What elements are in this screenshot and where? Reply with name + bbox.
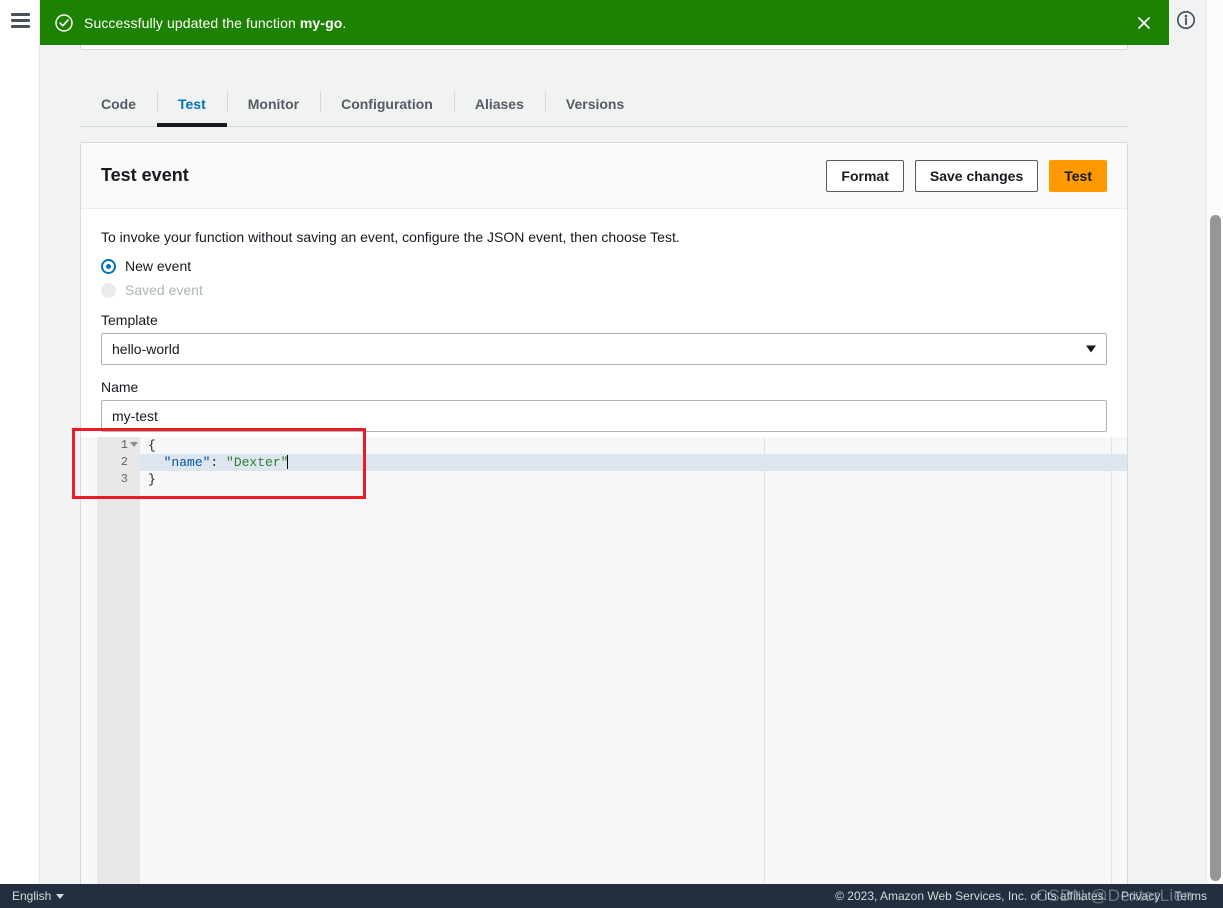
- radio-new-event-indicator[interactable]: [101, 258, 116, 274]
- chevron-down-icon: [1086, 345, 1096, 353]
- flash-function-name: my-go: [299, 14, 343, 31]
- tab-aliases[interactable]: Aliases: [453, 82, 545, 126]
- name-label: Name: [101, 379, 139, 395]
- tab-aliases-label: Aliases: [474, 96, 524, 112]
- code-line[interactable]: 1 {: [81, 437, 1127, 454]
- footer-links: © 2023, Amazon Web Services, Inc. or its…: [835, 889, 1207, 903]
- json-event-editor[interactable]: 1 { 2 "name": "Dexter" 3 }: [81, 437, 1127, 884]
- template-select[interactable]: hello-world: [101, 333, 1107, 365]
- terms-link[interactable]: Terms: [1174, 889, 1207, 903]
- tab-monitor[interactable]: Monitor: [226, 82, 320, 126]
- invoke-description: To invoke your function without saving a…: [101, 229, 680, 245]
- tab-test[interactable]: Test: [157, 82, 227, 127]
- page-scrollbar[interactable]: [1206, 0, 1223, 903]
- card-body: To invoke your function without saving a…: [81, 209, 1127, 432]
- code-line-text: }: [148, 472, 156, 487]
- chevron-down-icon: [56, 893, 65, 899]
- tab-versions[interactable]: Versions: [544, 82, 645, 126]
- radio-saved-event-label: Saved event: [125, 282, 203, 298]
- test-button[interactable]: Test: [1049, 159, 1107, 192]
- flash-message-suffix: .: [342, 14, 347, 31]
- close-icon[interactable]: [1133, 12, 1155, 34]
- template-label: Template: [101, 312, 158, 328]
- tab-code[interactable]: Code: [80, 82, 157, 126]
- tab-versions-label: Versions: [565, 96, 625, 112]
- radio-saved-event-indicator: [101, 282, 116, 298]
- language-selector[interactable]: English: [12, 889, 65, 903]
- tab-monitor-label: Monitor: [247, 96, 300, 112]
- copyright-text: © 2023, Amazon Web Services, Inc. or its…: [835, 889, 1107, 903]
- editor-code-lines: 1 { 2 "name": "Dexter" 3 }: [81, 437, 1127, 488]
- code-line-text: {: [148, 438, 156, 453]
- header-actions: Format Save changes Test: [826, 159, 1107, 192]
- card-header: Test event Format Save changes Test: [81, 143, 1127, 209]
- code-fold-arrow-icon[interactable]: [130, 442, 138, 447]
- editor-guide-line-2: [1111, 437, 1112, 884]
- tab-configuration-label: Configuration: [341, 96, 433, 112]
- success-flash-banner: Successfully updated the function my-go.: [40, 0, 1169, 45]
- radio-saved-event: Saved event: [101, 282, 1107, 298]
- tab-bar: Code Test Monitor Configuration Aliases …: [80, 82, 1128, 127]
- line-number: 2: [120, 455, 128, 469]
- line-number: 3: [120, 472, 128, 486]
- tab-test-label: Test: [178, 96, 206, 112]
- editor-guide-line-1: [764, 437, 765, 884]
- name-input-value: my-test: [112, 408, 158, 424]
- lambda-console-page: Successfully updated the function my-go.…: [0, 0, 1223, 908]
- code-line[interactable]: 3 }: [81, 471, 1127, 488]
- text-cursor: [287, 455, 289, 469]
- tab-code-label: Code: [101, 96, 136, 112]
- flash-message-prefix: Successfully updated the function: [84, 14, 300, 31]
- left-rail: [0, 0, 40, 884]
- json-key-token: "name": [163, 455, 211, 470]
- flash-message: Successfully updated the function my-go.: [84, 15, 346, 31]
- check-circle-icon: [55, 13, 73, 32]
- privacy-link[interactable]: Privacy: [1121, 889, 1160, 903]
- format-button[interactable]: Format: [826, 159, 904, 192]
- template-select-value: hello-world: [112, 341, 180, 357]
- info-circle-icon[interactable]: [1175, 9, 1197, 31]
- code-line[interactable]: 2 "name": "Dexter": [81, 454, 1127, 471]
- editor-gutter: [97, 437, 140, 884]
- page-scrollbar-thumb[interactable]: [1210, 215, 1223, 903]
- hamburger-menu-icon[interactable]: [11, 13, 30, 28]
- code-line-text: "name": "Dexter": [163, 455, 289, 470]
- tab-configuration[interactable]: Configuration: [320, 82, 454, 126]
- radio-new-event[interactable]: New event: [101, 258, 1107, 274]
- language-selector-label: English: [12, 889, 52, 903]
- json-string-token: "Dexter": [226, 455, 289, 470]
- radio-new-event-label: New event: [125, 258, 192, 274]
- page-footer: English © 2023, Amazon Web Services, Inc…: [0, 884, 1223, 908]
- name-input[interactable]: my-test: [101, 400, 1107, 432]
- save-changes-button[interactable]: Save changes: [914, 159, 1039, 192]
- page-title: Test event: [101, 165, 189, 185]
